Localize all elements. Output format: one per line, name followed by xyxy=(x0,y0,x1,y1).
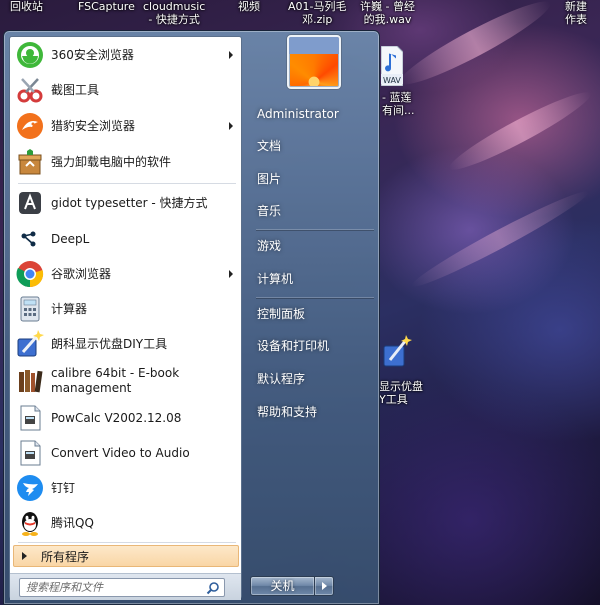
all-programs-separator xyxy=(18,542,236,543)
program-label: gidot typesetter - 快捷方式 xyxy=(51,195,208,210)
convert-video-icon xyxy=(15,438,45,468)
all-programs-label: 所有程序 xyxy=(41,549,90,564)
right-item-games[interactable]: 游戏 xyxy=(249,233,375,259)
program-label: 猎豹安全浏览器 xyxy=(51,118,136,133)
program-item-qq[interactable]: 腾讯QQ xyxy=(13,506,239,540)
program-label: 计算器 xyxy=(51,301,88,316)
start-menu-programs-pane: 360安全浏览器 截图工具 猎豹安全浏览器 强力卸载电脑中的软件 gidot t… xyxy=(9,36,242,600)
program-label: 360安全浏览器 xyxy=(51,47,134,62)
program-item-calibre[interactable]: calibre 64bit - E-book management xyxy=(13,362,239,400)
program-item-dingtalk[interactable]: 钉钉 xyxy=(13,471,239,505)
program-item-convert-video[interactable]: Convert Video to Audio xyxy=(13,436,239,470)
qq-icon xyxy=(15,508,45,538)
program-label: 强力卸载电脑中的软件 xyxy=(51,154,172,169)
shutdown-options-button[interactable] xyxy=(314,576,334,596)
start-menu: 360安全浏览器 截图工具 猎豹安全浏览器 强力卸载电脑中的软件 gidot t… xyxy=(3,30,380,605)
right-item-pictures[interactable]: 图片 xyxy=(249,166,375,192)
desktop-icon-wav[interactable]: WAV xyxy=(380,45,404,88)
program-label: 钉钉 xyxy=(51,480,76,495)
search-area xyxy=(10,573,241,600)
program-item-uninstaller[interactable]: 强力卸载电脑中的软件 xyxy=(13,145,239,179)
submenu-arrow-icon xyxy=(229,270,233,278)
deepl-icon xyxy=(15,224,45,254)
right-item-help-support[interactable]: 帮助和支持 xyxy=(249,399,375,425)
program-item-snipping-tool[interactable]: 截图工具 xyxy=(13,73,239,107)
snipping-tool-icon xyxy=(15,75,45,105)
submenu-arrow-icon xyxy=(229,51,233,59)
dingtalk-icon xyxy=(15,473,45,503)
right-item-documents[interactable]: 文档 xyxy=(249,133,375,159)
shutdown-button[interactable]: 关机 xyxy=(250,576,314,596)
program-item-gidot-typesetter[interactable]: gidot typesetter - 快捷方式 xyxy=(13,186,239,220)
program-item-powcalc[interactable]: PowCalc V2002.12.08 xyxy=(13,401,239,435)
right-item-user[interactable]: Administrator xyxy=(249,101,375,127)
program-item-netac-diy-tool[interactable]: 朗科显示优盘DIY工具 xyxy=(13,327,239,361)
program-label: 谷歌浏览器 xyxy=(51,266,112,281)
desktop-icon-new-sheet-label[interactable]: 新建 作表 xyxy=(565,0,587,26)
desktop-icon-wav-label[interactable]: - 蓝莲 有间... xyxy=(382,91,415,117)
right-item-control-panel[interactable]: 控制面板 xyxy=(249,301,375,327)
right-item-default-programs[interactable]: 默认程序 xyxy=(249,366,375,392)
cheetah-browser-icon xyxy=(15,111,45,141)
calibre-icon xyxy=(15,366,45,396)
calculator-icon xyxy=(15,294,45,324)
program-item-calculator[interactable]: 计算器 xyxy=(13,292,239,326)
pinned-separator xyxy=(18,183,236,184)
submenu-arrow-icon xyxy=(229,122,233,130)
chrome-icon xyxy=(15,259,45,289)
desktop-icon-diy-tool-label[interactable]: 显示优盘 Y工具 xyxy=(379,380,423,406)
program-label: 朗科显示优盘DIY工具 xyxy=(51,336,168,351)
right-item-computer[interactable]: 计算机 xyxy=(249,266,375,292)
program-label: PowCalc V2002.12.08 xyxy=(51,410,182,425)
360-browser-icon xyxy=(15,40,45,70)
right-separator xyxy=(256,229,374,230)
powcalc-icon xyxy=(15,403,45,433)
program-label: 腾讯QQ xyxy=(51,515,94,530)
netac-diy-tool-icon xyxy=(15,329,45,359)
program-item-deepl[interactable]: DeepL xyxy=(13,222,239,256)
desktop-icon-video-label[interactable]: 视频 xyxy=(238,0,260,13)
right-separator xyxy=(256,297,374,298)
program-item-cheetah-browser[interactable]: 猎豹安全浏览器 xyxy=(13,109,239,143)
program-label: DeepL xyxy=(51,231,90,246)
program-item-360-browser[interactable]: 360安全浏览器 xyxy=(13,38,239,72)
program-label: calibre 64bit - E-book management xyxy=(51,366,180,395)
desktop-icon-wav-file-label[interactable]: 许巍 - 曾经 的我.wav xyxy=(360,0,415,26)
desktop-icon-diy-tool[interactable] xyxy=(382,334,412,370)
search-icon[interactable] xyxy=(206,581,220,595)
desktop-icon-zip-label[interactable]: A01-马列毛 邓.zip xyxy=(288,0,347,26)
expand-arrow-icon xyxy=(22,552,27,560)
chevron-right-icon xyxy=(321,582,327,590)
program-label: Convert Video to Audio xyxy=(51,445,190,460)
magic-wand-icon xyxy=(383,335,412,367)
right-item-devices-printers[interactable]: 设备和打印机 xyxy=(249,333,375,359)
search-box[interactable] xyxy=(19,578,225,597)
search-input[interactable] xyxy=(26,579,206,596)
program-item-chrome[interactable]: 谷歌浏览器 xyxy=(13,257,239,291)
right-item-music[interactable]: 音乐 xyxy=(249,198,375,224)
desktop-icon-cloudmusic-label[interactable]: cloudmusic - 快捷方式 xyxy=(143,0,205,26)
user-avatar[interactable] xyxy=(287,35,341,89)
shutdown-control: 关机 xyxy=(250,576,334,596)
desktop-icon-fscapture-label[interactable]: FSCapture xyxy=(78,0,135,13)
program-label: 截图工具 xyxy=(51,82,100,97)
uninstaller-icon xyxy=(15,147,45,177)
desktop-icon-recycle-bin-label[interactable]: 回收站 xyxy=(10,0,43,13)
gidot-typesetter-icon xyxy=(15,188,45,218)
all-programs-button[interactable]: 所有程序 xyxy=(13,545,239,567)
wav-icon-text: WAV xyxy=(383,76,401,85)
